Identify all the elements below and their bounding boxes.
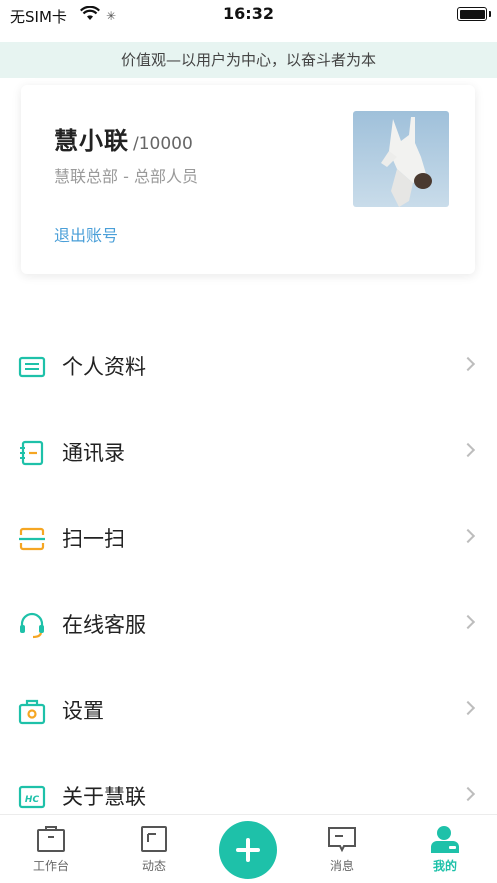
news-icon xyxy=(139,825,169,853)
scan-icon xyxy=(18,525,46,553)
slogan-banner: 价值观—以用户为中心，以奋斗者为本 xyxy=(0,42,497,78)
menu-item-customer-service[interactable]: 在线客服 xyxy=(0,581,497,667)
hc-logo-icon: HC xyxy=(18,783,46,811)
tab-label: 消息 xyxy=(329,859,354,873)
menu-item-contacts[interactable]: 通讯录 xyxy=(0,409,497,495)
chevron-right-icon xyxy=(460,786,476,802)
user-name: 慧小联 xyxy=(54,127,129,155)
menu-item-label: 关于慧联 xyxy=(62,785,146,809)
menu-item-label: 在线客服 xyxy=(62,613,146,637)
menu-item-label: 个人资料 xyxy=(62,355,146,379)
svg-text:HC: HC xyxy=(25,795,40,805)
menu-item-label: 扫一扫 xyxy=(62,527,125,551)
chevron-right-icon xyxy=(460,528,476,544)
name-line: 慧小联/10000 xyxy=(54,121,193,156)
user-id: /10000 xyxy=(133,134,193,154)
battery-icon xyxy=(457,7,491,21)
tab-news[interactable]: 动态 xyxy=(114,825,194,874)
tab-label: 工作台 xyxy=(32,859,69,873)
tab-label: 动态 xyxy=(141,859,166,873)
menu-item-label: 通讯录 xyxy=(62,441,125,465)
headset-icon xyxy=(18,611,46,639)
tab-label: 我的 xyxy=(432,859,457,873)
tab-bar: 工作台 动态 消息 我的 xyxy=(0,815,497,883)
settings-case-icon xyxy=(18,697,46,725)
chevron-right-icon xyxy=(460,356,476,372)
status-bar: 无SIM卡 ✳ 16:32 xyxy=(0,0,497,30)
user-department: 慧联总部 - 总部人员 xyxy=(54,167,198,186)
add-button[interactable] xyxy=(219,821,277,879)
user-icon xyxy=(430,825,460,853)
menu-item-label: 设置 xyxy=(62,699,104,723)
status-time: 16:32 xyxy=(223,4,274,23)
workbench-icon xyxy=(36,825,66,853)
chevron-right-icon xyxy=(460,442,476,458)
message-icon xyxy=(327,825,357,853)
menu-item-profile[interactable]: 个人资料 xyxy=(0,323,497,409)
profile-card-icon xyxy=(18,353,46,381)
avatar[interactable] xyxy=(353,111,449,207)
tab-workbench[interactable]: 工作台 xyxy=(11,825,91,874)
menu-item-scan[interactable]: 扫一扫 xyxy=(0,495,497,581)
chevron-right-icon xyxy=(460,700,476,716)
tab-mine[interactable]: 我的 xyxy=(405,825,485,874)
logout-link[interactable]: 退出账号 xyxy=(54,222,118,246)
chevron-right-icon xyxy=(460,614,476,630)
profile-card: 慧小联/10000 慧联总部 - 总部人员 退出账号 xyxy=(21,85,475,274)
tab-messages[interactable]: 消息 xyxy=(302,825,382,874)
contacts-book-icon xyxy=(18,439,46,467)
menu-item-settings[interactable]: 设置 xyxy=(0,667,497,753)
